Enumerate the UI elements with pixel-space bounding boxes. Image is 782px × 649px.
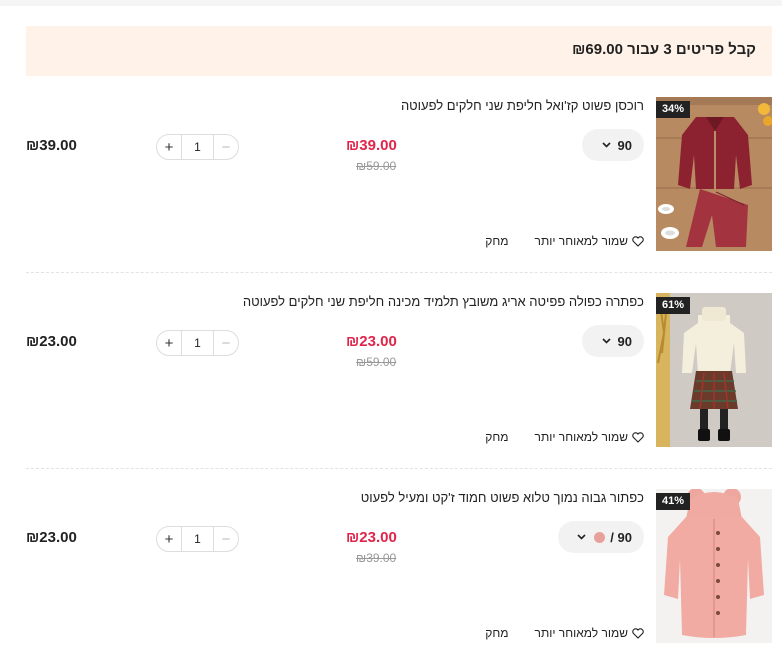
product-title[interactable]: כפתרה כפולה פפיטה אריג משובץ תלמיד מכינה… bbox=[243, 294, 644, 309]
delete-button[interactable]: מחק bbox=[485, 234, 508, 248]
save-for-later-label: שמור למאוחר יותר bbox=[534, 234, 628, 248]
heart-icon bbox=[632, 431, 644, 443]
quantity-input[interactable]: 1 bbox=[181, 331, 214, 355]
save-for-later-button[interactable]: שמור למאוחר יותר bbox=[535, 234, 644, 248]
divider bbox=[26, 468, 772, 469]
variant-value: 90 / bbox=[610, 529, 632, 545]
item-subtotal: ₪23.00 bbox=[26, 333, 77, 350]
original-price: ₪39.00 bbox=[356, 551, 397, 565]
heart-icon bbox=[632, 235, 644, 247]
cart-item: 34% רוכסן פשוט קז'ואל חליפת שני חלקים לפ… bbox=[26, 97, 772, 251]
discount-badge: 61% bbox=[656, 297, 691, 314]
item-actions: שמור למאוחר יותר מחק bbox=[485, 626, 644, 640]
product-image[interactable]: 61% bbox=[656, 293, 772, 447]
quantity-stepper: + 1 − bbox=[156, 526, 239, 552]
decrease-button[interactable]: − bbox=[214, 331, 238, 355]
save-for-later-label: שמור למאוחר יותר bbox=[534, 430, 628, 444]
item-subtotal: ₪39.00 bbox=[26, 137, 77, 154]
variant-selector[interactable]: 90 bbox=[582, 325, 644, 357]
delete-button[interactable]: מחק bbox=[485, 430, 508, 444]
save-for-later-label: שמור למאוחר יותר bbox=[534, 626, 628, 640]
chevron-down-icon bbox=[601, 142, 611, 148]
product-image[interactable]: 34% bbox=[656, 97, 772, 251]
product-image[interactable]: 41% bbox=[656, 489, 772, 643]
item-actions: שמור למאוחר יותר מחק bbox=[485, 430, 644, 444]
sale-price: ₪23.00 bbox=[346, 333, 397, 350]
color-swatch bbox=[594, 531, 606, 543]
decrease-button[interactable]: − bbox=[214, 527, 238, 551]
cart-page: קבל פריטים 3 עבור ₪69.00 34% רוכסן פשוט … bbox=[0, 6, 782, 649]
decrease-button[interactable]: − bbox=[214, 135, 238, 159]
variant-selector[interactable]: 90 / bbox=[558, 521, 644, 553]
variant-selector[interactable]: 90 bbox=[582, 129, 644, 161]
cart-item: 41% כפתור גבוה נמוך טלוא פשוט חמוד ז'קט … bbox=[26, 489, 772, 643]
delete-button[interactable]: מחק bbox=[485, 626, 508, 640]
chevron-down-icon bbox=[601, 338, 611, 344]
promo-banner: קבל פריטים 3 עבור ₪69.00 bbox=[26, 26, 772, 76]
quantity-input[interactable]: 1 bbox=[181, 527, 214, 551]
cart-item: 61% כפתרה כפולה פפיטה אריג משובץ תלמיד מ… bbox=[26, 293, 772, 447]
discount-badge: 34% bbox=[656, 101, 691, 118]
variant-value: 90 bbox=[617, 137, 632, 153]
promo-text: קבל פריטים 3 עבור ₪69.00 bbox=[572, 41, 756, 58]
quantity-stepper: + 1 − bbox=[156, 134, 239, 160]
product-title[interactable]: כפתור גבוה נמוך טלוא פשוט חמוד ז'קט ומעי… bbox=[361, 490, 644, 505]
increase-button[interactable]: + bbox=[157, 331, 181, 355]
chevron-down-icon bbox=[577, 534, 586, 540]
save-for-later-button[interactable]: שמור למאוחר יותר bbox=[535, 430, 644, 444]
quantity-input[interactable]: 1 bbox=[181, 135, 214, 159]
sale-price: ₪23.00 bbox=[346, 529, 397, 546]
original-price: ₪59.00 bbox=[356, 355, 397, 369]
divider bbox=[26, 272, 772, 273]
increase-button[interactable]: + bbox=[157, 135, 181, 159]
increase-button[interactable]: + bbox=[157, 527, 181, 551]
original-price: ₪59.00 bbox=[356, 159, 397, 173]
save-for-later-button[interactable]: שמור למאוחר יותר bbox=[535, 626, 644, 640]
discount-badge: 41% bbox=[656, 493, 691, 510]
item-subtotal: ₪23.00 bbox=[26, 529, 77, 546]
heart-icon bbox=[632, 627, 644, 639]
item-actions: שמור למאוחר יותר מחק bbox=[485, 234, 644, 248]
sale-price: ₪39.00 bbox=[346, 137, 397, 154]
product-title[interactable]: רוכסן פשוט קז'ואל חליפת שני חלקים לפעוטה bbox=[401, 98, 644, 113]
quantity-stepper: + 1 − bbox=[156, 330, 239, 356]
variant-value: 90 bbox=[617, 333, 632, 349]
